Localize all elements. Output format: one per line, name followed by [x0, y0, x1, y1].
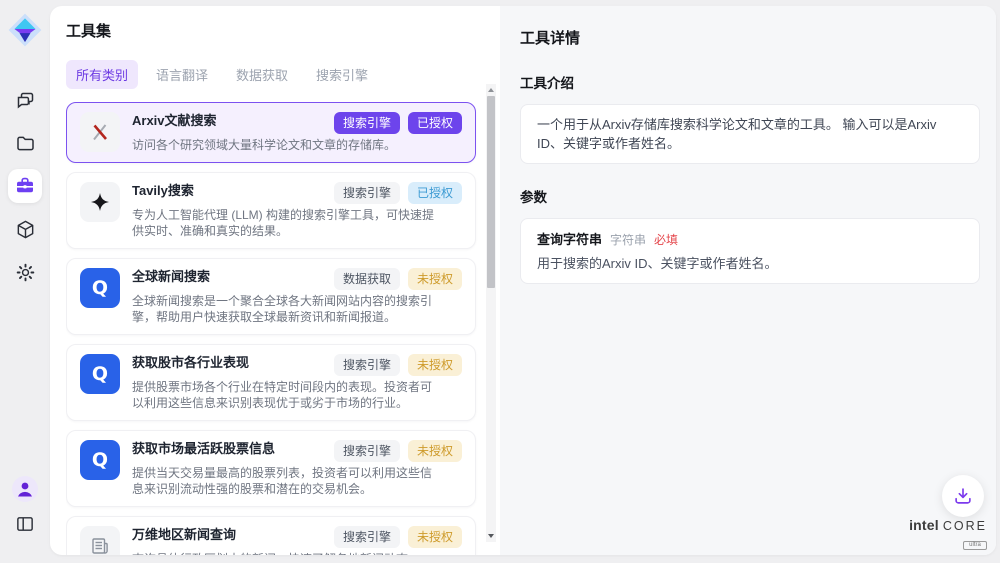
tool-name: Arxiv文献搜索 [132, 112, 217, 129]
detail-title: 工具详情 [520, 27, 980, 48]
sidebar-item-files[interactable] [8, 126, 42, 160]
tool-list: Arxiv文献搜索 搜索引擎 已授权 访问各个研究领域大量科学论文和文章的存储库… [66, 102, 484, 555]
list-scrollbar[interactable] [486, 84, 496, 542]
param-required-badge: 必填 [654, 231, 678, 248]
main-panel: 工具集 所有类别 语言翻译 数据获取 搜索引擎 Arxiv文献搜索 [50, 6, 996, 555]
auth-status-badge: 已授权 [408, 182, 462, 204]
sidebar-item-tools[interactable] [8, 169, 42, 203]
tool-name: 全球新闻搜索 [132, 268, 210, 285]
chat-icon [15, 90, 36, 111]
toolbox-icon [14, 175, 36, 197]
panel-toggle-icon [15, 514, 35, 534]
blue-search-icon: Q [80, 354, 120, 394]
tab-language-translation[interactable]: 语言翻译 [146, 60, 218, 89]
auth-status-badge: 已授权 [408, 112, 462, 134]
param-type: 字符串 [610, 231, 646, 248]
tool-description: 访问各个研究领域大量科学论文和文章的存储库。 [132, 137, 434, 153]
scrollbar-thumb[interactable] [487, 96, 495, 288]
sidebar-item-settings[interactable] [8, 255, 42, 289]
category-badge: 搜索引擎 [334, 440, 400, 462]
tool-card-regional-news[interactable]: 万维地区新闻查询 搜索引擎 未授权 查询具体行政区划内的新闻，快速了解各地新闻动… [66, 516, 476, 555]
intro-heading: 工具介绍 [520, 72, 980, 92]
newspaper-icon [80, 526, 120, 555]
auth-status-badge: 未授权 [408, 440, 462, 462]
tab-all-categories[interactable]: 所有类别 [66, 60, 138, 89]
user-icon [12, 476, 38, 502]
tool-name: Tavily搜索 [132, 182, 194, 199]
folder-icon [15, 133, 36, 154]
tool-card-global-news[interactable]: Q 全球新闻搜索 数据获取 未授权 全球新闻搜索是一个聚合全球各大新闻网站内容的… [66, 258, 476, 335]
tool-description: 提供当天交易量最高的股票列表，投资者可以利用这些信息来识别流动性强的股票和潜在的… [132, 465, 434, 497]
app-logo [6, 11, 44, 49]
tool-description: 全球新闻搜索是一个聚合全球各大新闻网站内容的搜索引擎，帮助用户快速获取全球最新资… [132, 293, 434, 325]
blue-search-icon: Q [80, 268, 120, 308]
sparkle-star-icon [80, 182, 120, 222]
gear-icon [15, 262, 36, 283]
brand-ultra-badge: ultra [963, 541, 987, 550]
param-name: 查询字符串 [537, 229, 602, 248]
tool-name: 获取股市各行业表现 [132, 354, 249, 371]
auth-status-badge: 未授权 [408, 526, 462, 548]
category-badge: 搜索引擎 [334, 354, 400, 376]
page-title: 工具集 [66, 20, 484, 41]
category-badge: 搜索引擎 [334, 182, 400, 204]
auth-status-badge: 未授权 [408, 354, 462, 376]
tool-card-sector-performance[interactable]: Q 获取股市各行业表现 搜索引擎 未授权 提供股票市场各个行业在特定时间段内的表… [66, 344, 476, 421]
category-badge: 搜索引擎 [334, 112, 400, 134]
tool-name: 万维地区新闻查询 [132, 526, 236, 543]
brand-core: core [943, 519, 987, 533]
scroll-down-arrow-icon[interactable] [488, 534, 494, 538]
tab-data-acquisition[interactable]: 数据获取 [226, 60, 298, 89]
sidebar-item-models[interactable] [8, 212, 42, 246]
blue-search-icon: Q [80, 440, 120, 480]
download-icon [952, 485, 974, 507]
intro-box: 一个用于从Arxiv存储库搜索科学论文和文章的工具。 输入可以是Arxiv ID… [520, 104, 980, 164]
category-badge: 搜索引擎 [334, 526, 400, 548]
tool-name: 获取市场最活跃股票信息 [132, 440, 275, 457]
category-tabs: 所有类别 语言翻译 数据获取 搜索引擎 [66, 60, 484, 89]
params-heading: 参数 [520, 186, 980, 206]
param-box: 查询字符串 字符串 必填 用于搜索的Arxiv ID、关键字或作者姓名。 [520, 218, 980, 284]
param-description: 用于搜索的Arxiv ID、关键字或作者姓名。 [537, 255, 963, 273]
intro-text: 一个用于从Arxiv存储库搜索科学论文和文章的工具。 输入可以是Arxiv ID… [537, 115, 963, 153]
tool-card-most-active-stocks[interactable]: Q 获取市场最活跃股票信息 搜索引擎 未授权 提供当天交易量最高的股票列表，投资… [66, 430, 476, 507]
sidebar-nav [8, 83, 42, 289]
tool-card-tavily[interactable]: Tavily搜索 搜索引擎 已授权 专为人工智能代理 (LLM) 构建的搜索引擎… [66, 172, 476, 249]
brand-intel: intel [909, 517, 939, 533]
tool-list-panel: 工具集 所有类别 语言翻译 数据获取 搜索引擎 Arxiv文献搜索 [50, 6, 500, 555]
auth-status-badge: 未授权 [408, 268, 462, 290]
intel-core-logo: intel core ultra [909, 517, 987, 551]
user-avatar[interactable] [12, 476, 38, 502]
arxiv-logo-icon [80, 112, 120, 152]
category-badge: 数据获取 [334, 268, 400, 290]
sidebar-bottom [12, 476, 38, 537]
collapse-panel-button[interactable] [12, 511, 38, 537]
tab-search-engine[interactable]: 搜索引擎 [306, 60, 378, 89]
tool-description: 查询具体行政区划内的新闻，快速了解各地新闻动态。 [132, 551, 434, 555]
gem-logo-icon [6, 11, 44, 49]
tool-description: 专为人工智能代理 (LLM) 构建的搜索引擎工具，可快速提供实时、准确和真实的结… [132, 207, 434, 239]
sidebar-item-chat[interactable] [8, 83, 42, 117]
cube-icon [15, 219, 36, 240]
sidebar-rail [0, 0, 50, 563]
download-button[interactable] [942, 475, 984, 517]
tool-card-arxiv[interactable]: Arxiv文献搜索 搜索引擎 已授权 访问各个研究领域大量科学论文和文章的存储库… [66, 102, 476, 163]
tool-detail-panel: 工具详情 工具介绍 一个用于从Arxiv存储库搜索科学论文和文章的工具。 输入可… [500, 6, 996, 555]
scroll-up-arrow-icon[interactable] [488, 88, 494, 92]
tool-description: 提供股票市场各个行业在特定时间段内的表现。投资者可以利用这些信息来识别表现优于或… [132, 379, 434, 411]
